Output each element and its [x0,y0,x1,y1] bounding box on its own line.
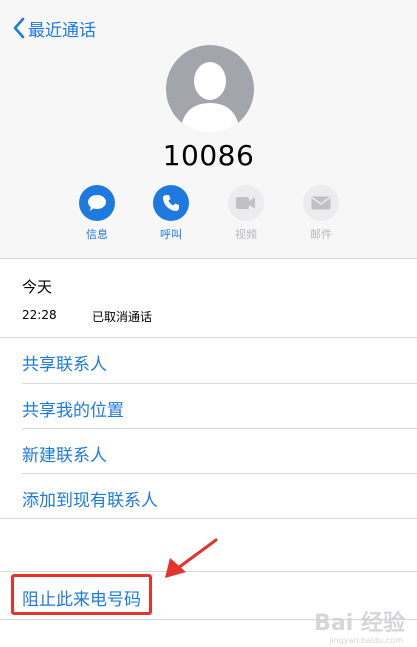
annotation-arrow-icon [165,538,218,578]
watermark-logo: Bai 经验 [314,611,405,636]
watermark-url: jingyan.baidu.com [329,636,403,645]
